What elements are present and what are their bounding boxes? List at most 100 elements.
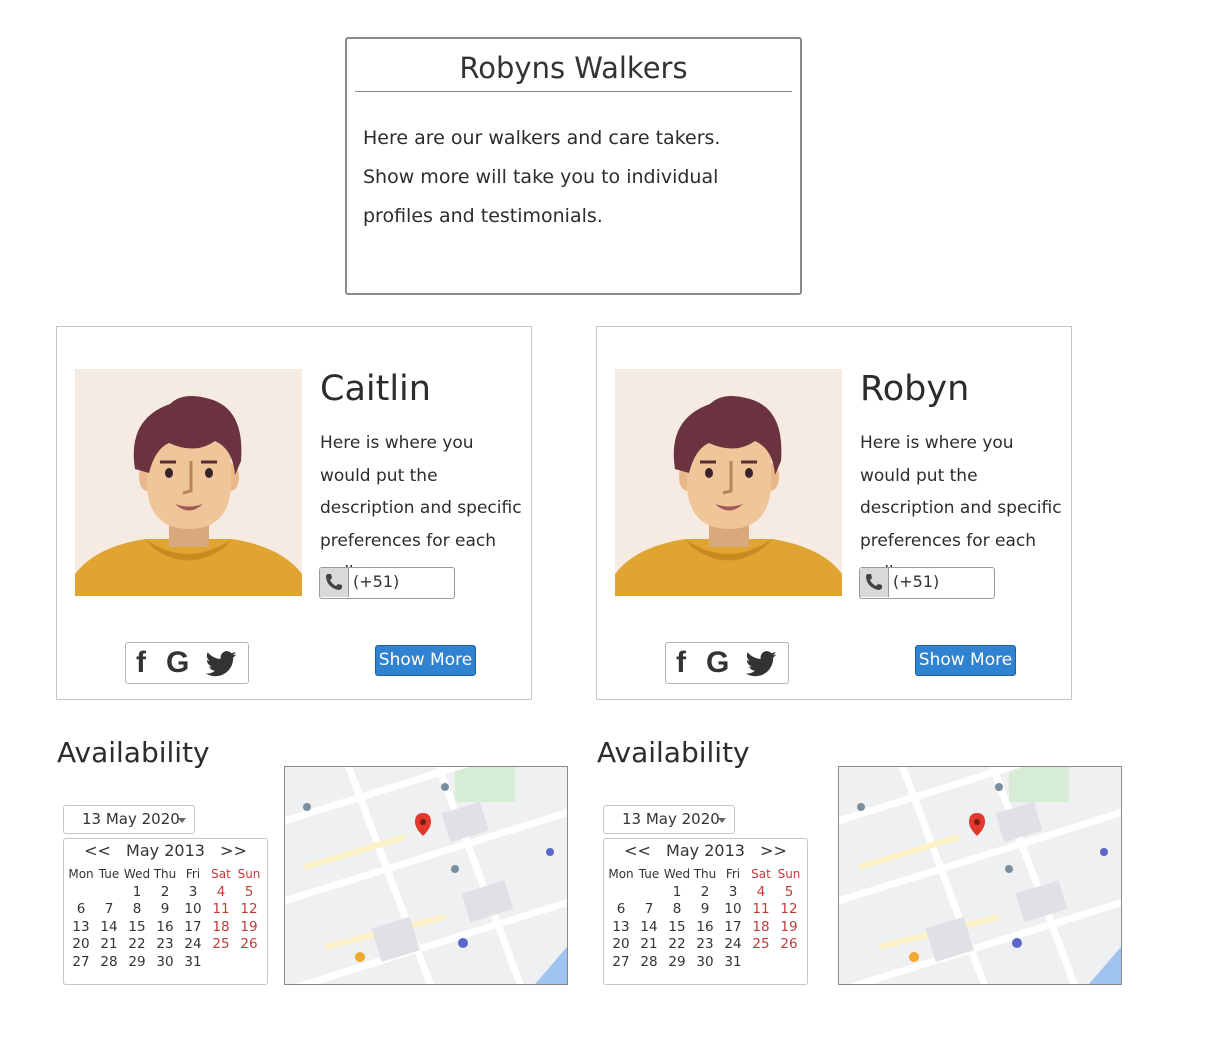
calendar-day[interactable]: 7 xyxy=(635,901,663,919)
calendar-empty-cell xyxy=(235,954,263,972)
calendar-day[interactable]: 28 xyxy=(95,954,123,972)
twitter-icon[interactable] xyxy=(204,651,238,687)
calendar-day[interactable]: 13 xyxy=(67,919,95,937)
calendar-day[interactable]: 26 xyxy=(775,936,803,954)
calendar-day[interactable]: 11 xyxy=(747,901,775,919)
calendar-header: << May 2013 >> xyxy=(64,841,267,860)
calendar-day[interactable]: 5 xyxy=(235,884,263,902)
phone-field[interactable]: (+51) xyxy=(319,567,455,599)
calendar-day[interactable]: 6 xyxy=(607,901,635,919)
calendar-day-name: Sun xyxy=(237,867,261,881)
google-icon[interactable]: G xyxy=(166,646,189,680)
calendar-day[interactable]: 24 xyxy=(179,936,207,954)
calendar-day[interactable]: 9 xyxy=(691,901,719,919)
calendar-day[interactable]: 16 xyxy=(691,919,719,937)
calendar-day[interactable]: 3 xyxy=(719,884,747,902)
title-divider xyxy=(355,91,792,92)
calendar-grid: Mon Tue Wed Thu Fri Sat Sun 1 2 3 4 5 6 7 8 9 10 11 12 13 14… xyxy=(67,866,263,971)
calendar-day[interactable]: 25 xyxy=(207,936,235,954)
calendar-day[interactable]: 23 xyxy=(151,936,179,954)
location-map[interactable] xyxy=(838,766,1122,985)
calendar-day-name: Tue xyxy=(638,867,660,881)
calendar-day[interactable]: 14 xyxy=(635,919,663,937)
calendar-day-name: Wed xyxy=(123,867,151,881)
phone-field[interactable]: (+51) xyxy=(859,567,995,599)
calendar-day[interactable]: 28 xyxy=(635,954,663,972)
calendar-header: << May 2013 >> xyxy=(604,841,807,860)
calendar-grid: Mon Tue Wed Thu Fri Sat Sun 1 2 3 4 5 6 7 8 9 10 11 12 13 14… xyxy=(607,866,803,971)
calendar-day[interactable]: 19 xyxy=(775,919,803,937)
calendar-day[interactable]: 31 xyxy=(719,954,747,972)
calendar-day[interactable]: 8 xyxy=(663,901,691,919)
show-more-button[interactable]: Show More xyxy=(915,645,1016,676)
calendar-day[interactable]: 30 xyxy=(151,954,179,972)
calendar-next-button[interactable]: >> xyxy=(220,841,247,860)
calendar-day[interactable]: 20 xyxy=(67,936,95,954)
calendar-day[interactable]: 29 xyxy=(663,954,691,972)
calendar-empty-cell xyxy=(747,954,775,972)
calendar-day-name: Mon xyxy=(608,867,634,881)
calendar-day[interactable]: 8 xyxy=(123,901,151,919)
calendar-day[interactable]: 10 xyxy=(179,901,207,919)
google-icon[interactable]: G xyxy=(706,646,729,680)
calendar-empty-cell xyxy=(607,884,635,902)
calendar-day[interactable]: 21 xyxy=(635,936,663,954)
calendar-day[interactable]: 22 xyxy=(123,936,151,954)
facebook-icon[interactable]: f xyxy=(676,646,686,680)
dropdown-caret-icon xyxy=(718,818,726,823)
calendar-day[interactable]: 10 xyxy=(719,901,747,919)
location-map[interactable] xyxy=(284,766,568,985)
calendar-day[interactable]: 18 xyxy=(747,919,775,937)
calendar-day[interactable]: 6 xyxy=(67,901,95,919)
calendar-day[interactable]: 30 xyxy=(691,954,719,972)
calendar-day[interactable]: 2 xyxy=(691,884,719,902)
date-select[interactable]: 13 May 2020 xyxy=(63,805,195,834)
phone-icon xyxy=(320,568,349,597)
calendar-month-label: May 2013 xyxy=(126,841,205,860)
calendar-day[interactable]: 14 xyxy=(95,919,123,937)
calendar-day[interactable]: 13 xyxy=(607,919,635,937)
calendar-day[interactable]: 9 xyxy=(151,901,179,919)
calendar-day-name: Tue xyxy=(98,867,120,881)
calendar-day[interactable]: 15 xyxy=(123,919,151,937)
calendar-day[interactable]: 18 xyxy=(207,919,235,937)
calendar-day[interactable]: 12 xyxy=(775,901,803,919)
calendar-day[interactable]: 27 xyxy=(607,954,635,972)
calendar-day[interactable]: 7 xyxy=(95,901,123,919)
calendar-day[interactable]: 17 xyxy=(719,919,747,937)
calendar: << May 2013 >> Mon Tue Wed Thu Fri Sat Sun 1 2 3 4… xyxy=(603,838,808,985)
calendar-day[interactable]: 3 xyxy=(179,884,207,902)
calendar-day[interactable]: 19 xyxy=(235,919,263,937)
date-select[interactable]: 13 May 2020 xyxy=(603,805,735,834)
calendar-prev-button[interactable]: << xyxy=(84,841,111,860)
calendar-day[interactable]: 21 xyxy=(95,936,123,954)
calendar-day[interactable]: 11 xyxy=(207,901,235,919)
calendar-day[interactable]: 4 xyxy=(747,884,775,902)
walker-name: Caitlin xyxy=(320,369,431,409)
calendar-day[interactable]: 29 xyxy=(123,954,151,972)
calendar-day[interactable]: 1 xyxy=(663,884,691,902)
calendar-day[interactable]: 12 xyxy=(235,901,263,919)
calendar-day[interactable]: 26 xyxy=(235,936,263,954)
calendar-day[interactable]: 2 xyxy=(151,884,179,902)
calendar-day[interactable]: 15 xyxy=(663,919,691,937)
calendar-prev-button[interactable]: << xyxy=(624,841,651,860)
twitter-icon[interactable] xyxy=(744,651,778,687)
calendar-empty-cell xyxy=(775,954,803,972)
show-more-button[interactable]: Show More xyxy=(375,645,476,676)
calendar-day[interactable]: 5 xyxy=(775,884,803,902)
calendar-day-name: Sat xyxy=(211,867,231,881)
calendar-day[interactable]: 24 xyxy=(719,936,747,954)
calendar-next-button[interactable]: >> xyxy=(760,841,787,860)
facebook-icon[interactable]: f xyxy=(136,646,146,680)
calendar-day[interactable]: 1 xyxy=(123,884,151,902)
calendar-day[interactable]: 17 xyxy=(179,919,207,937)
calendar-day[interactable]: 20 xyxy=(607,936,635,954)
calendar-day[interactable]: 31 xyxy=(179,954,207,972)
calendar-day[interactable]: 16 xyxy=(151,919,179,937)
calendar-day[interactable]: 27 xyxy=(67,954,95,972)
calendar-day[interactable]: 25 xyxy=(747,936,775,954)
calendar-day[interactable]: 4 xyxy=(207,884,235,902)
calendar-day[interactable]: 23 xyxy=(691,936,719,954)
calendar-day[interactable]: 22 xyxy=(663,936,691,954)
